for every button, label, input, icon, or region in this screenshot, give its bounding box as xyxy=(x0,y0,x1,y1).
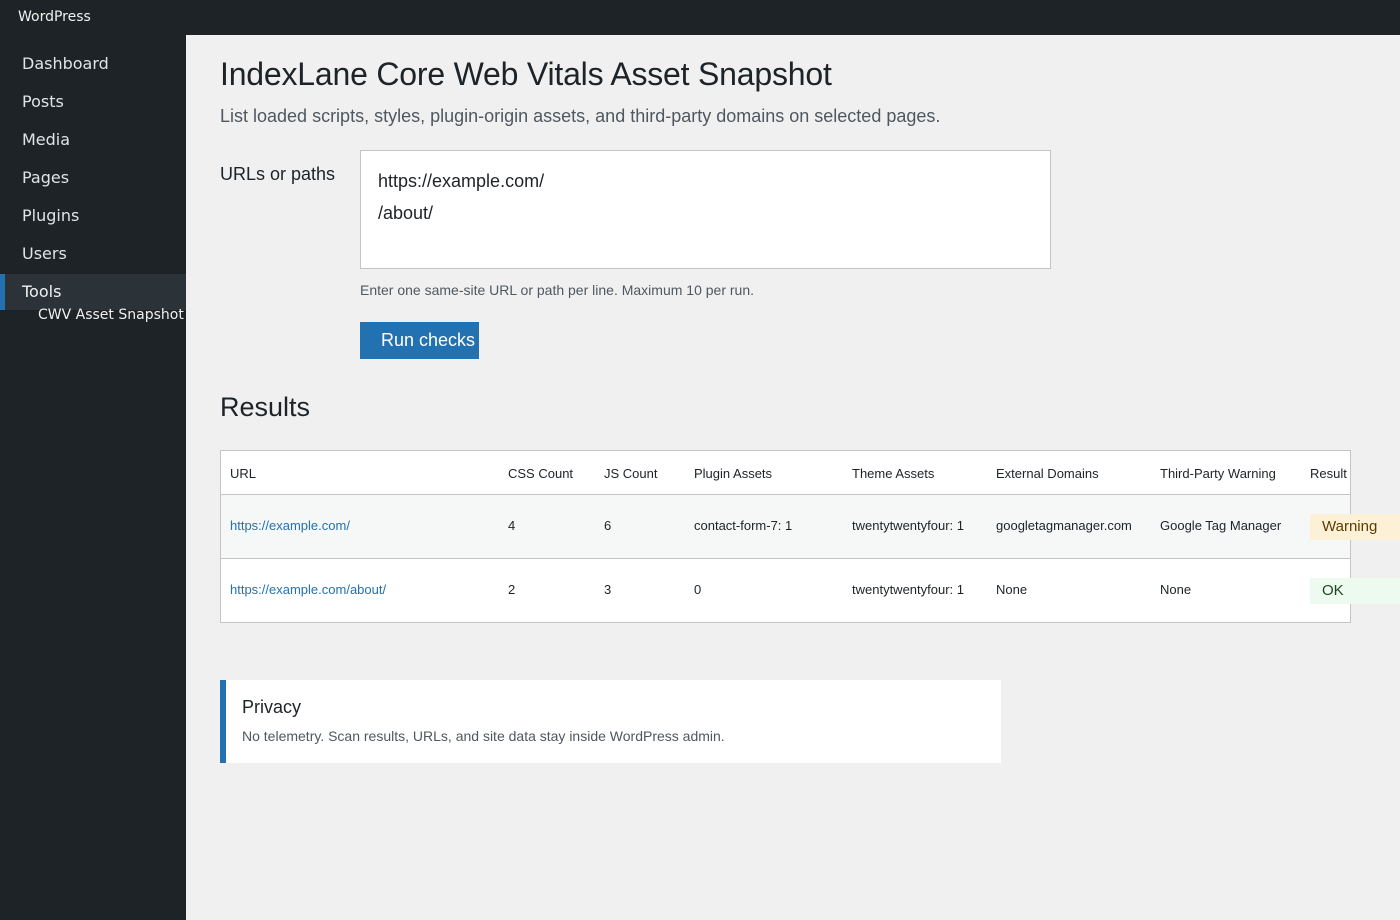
row-css-count: 2 xyxy=(508,582,516,597)
row-css-count: 4 xyxy=(508,518,516,533)
page-description: List loaded scripts, styles, plugin-orig… xyxy=(220,106,941,126)
table-header: URL CSS Count JS Count Plugin Assets The… xyxy=(221,451,1350,495)
column-header-url: URL xyxy=(230,466,257,481)
column-header-plugin-assets: Plugin Assets xyxy=(694,466,773,481)
row-js-count: 3 xyxy=(604,582,612,597)
sidebar-item-dashboard[interactable]: Dashboard xyxy=(0,46,186,82)
row-third-party-warning: None xyxy=(1160,582,1192,597)
row-external-domains: None xyxy=(996,582,1028,597)
row-external-domains: googletagmanager.com xyxy=(996,518,1132,533)
row-js-count: 6 xyxy=(604,518,612,533)
table-row: https://example.com/ 4 6 contact-form-7:… xyxy=(221,495,1400,559)
column-header-css-count: CSS Count xyxy=(508,466,574,481)
row-plugin-assets: contact-form-7: 1 xyxy=(694,518,793,533)
row-plugin-assets: 0 xyxy=(694,582,702,597)
table-row: https://example.com/about/ 2 3 0 twentyt… xyxy=(221,559,1400,623)
privacy-title: Privacy xyxy=(242,697,302,717)
sidebar-item-media[interactable]: Media xyxy=(0,122,186,158)
sidebar-item-plugins[interactable]: Plugins xyxy=(0,198,186,234)
sidebar-item-posts[interactable]: Posts xyxy=(0,84,186,120)
row-third-party-warning: Google Tag Manager xyxy=(1160,518,1282,533)
result-badge-ok: OK xyxy=(1310,578,1400,604)
page-title: IndexLane Core Web Vitals Asset Snapshot xyxy=(220,56,832,92)
sidebar-item-tools[interactable]: Tools xyxy=(0,274,186,310)
urls-textarea[interactable]: https://example.com/ /about/ xyxy=(360,150,1051,269)
run-checks-button[interactable]: Run checks xyxy=(360,322,479,359)
privacy-notice: Privacy No telemetry. Scan results, URLs… xyxy=(220,680,1001,763)
urls-label: URLs or paths xyxy=(220,164,336,184)
column-header-js-count: JS Count xyxy=(604,466,658,481)
row-url-link[interactable]: https://example.com/about/ xyxy=(230,582,386,597)
sidebar-item-users[interactable]: Users xyxy=(0,236,186,272)
privacy-text: No telemetry. Scan results, URLs, and si… xyxy=(242,728,725,744)
wordpress-brand[interactable]: WordPress xyxy=(18,9,91,25)
column-header-external-domains: External Domains xyxy=(996,466,1099,481)
row-url-link[interactable]: https://example.com/ xyxy=(230,518,350,533)
admin-sidebar: Dashboard Posts Media Pages Plugins User… xyxy=(0,35,186,920)
column-header-third-party-warning: Third-Party Warning xyxy=(1160,466,1276,481)
row-theme-assets: twentytwentyfour: 1 xyxy=(852,582,964,597)
row-theme-assets: twentytwentyfour: 1 xyxy=(852,518,964,533)
results-heading: Results xyxy=(220,392,311,422)
admin-bar: WordPress xyxy=(0,0,1400,35)
results-table: URL CSS Count JS Count Plugin Assets The… xyxy=(220,450,1400,623)
sidebar-item-pages[interactable]: Pages xyxy=(0,160,186,196)
sidebar-subitem-cwv-asset-snapshot[interactable]: CWV Asset Snapshot xyxy=(38,307,184,323)
main-content: IndexLane Core Web Vitals Asset Snapshot… xyxy=(186,35,1400,920)
column-header-theme-assets: Theme Assets xyxy=(852,466,935,481)
result-badge-warning: Warning xyxy=(1310,514,1400,540)
column-header-result: Result xyxy=(1310,466,1347,481)
urls-help-text: Enter one same-site URL or path per line… xyxy=(360,282,754,298)
